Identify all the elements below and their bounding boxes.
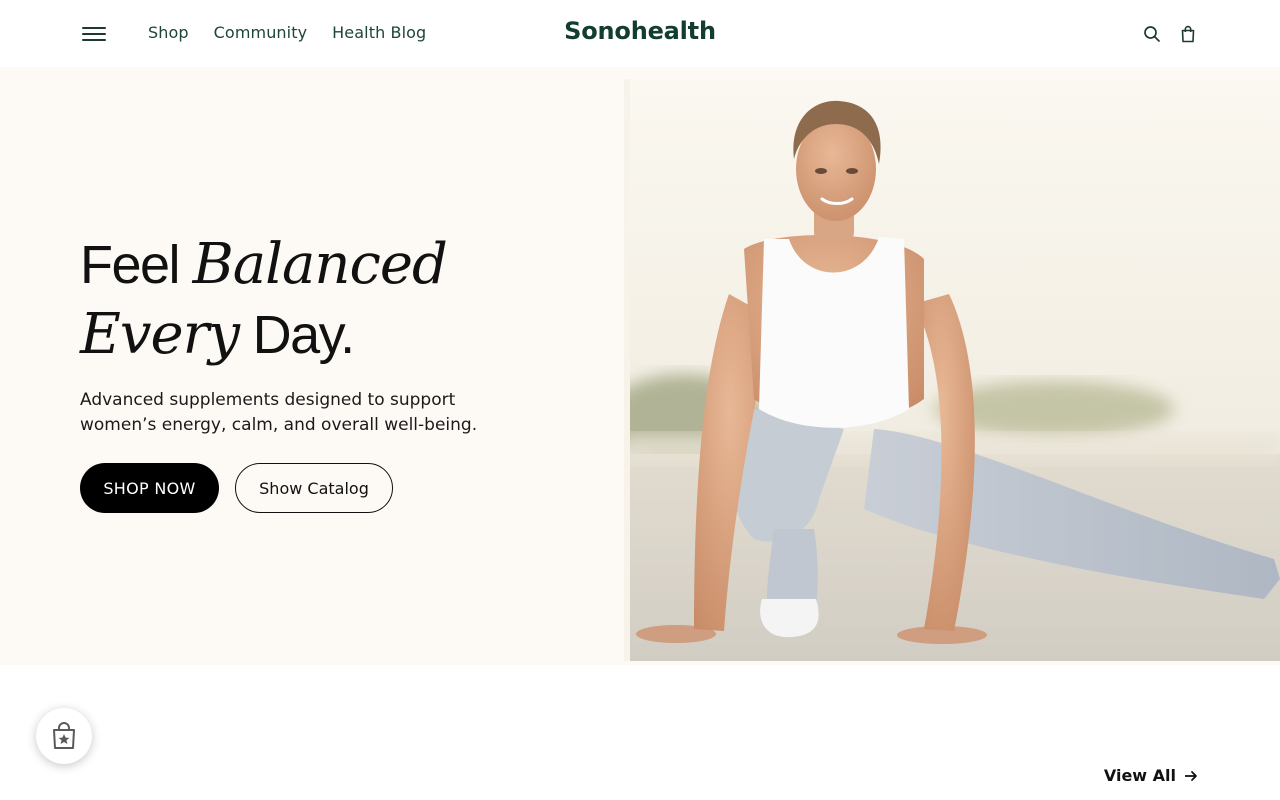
main-nav: Shop Community Health Blog bbox=[148, 23, 426, 42]
nav-link-shop[interactable]: Shop bbox=[148, 23, 189, 42]
hero-section: Feel Balanced Every Day. Advanced supple… bbox=[0, 67, 1280, 665]
search-icon[interactable] bbox=[1142, 24, 1162, 44]
nav-link-community[interactable]: Community bbox=[214, 23, 308, 42]
site-header: Shop Community Health Blog Sonohealth bbox=[0, 0, 1280, 67]
nav-link-health-blog[interactable]: Health Blog bbox=[332, 23, 426, 42]
hero-title-word: Feel bbox=[80, 235, 181, 295]
hero-subtitle: Advanced supplements designed to support… bbox=[80, 390, 478, 435]
shop-now-button[interactable]: SHOP NOW bbox=[80, 463, 219, 513]
header-actions bbox=[1142, 24, 1198, 44]
hamburger-menu-icon[interactable] bbox=[82, 26, 106, 42]
shopping-bag-icon[interactable] bbox=[1178, 24, 1198, 44]
hero-title-italic-word: Balanced bbox=[192, 232, 448, 297]
view-all-link[interactable]: View All bbox=[1104, 766, 1198, 785]
rewards-bag-star-icon[interactable] bbox=[36, 708, 92, 764]
hero-title-italic-word: Every bbox=[80, 302, 240, 367]
view-all-label: View All bbox=[1103, 766, 1176, 785]
hero-title: Feel Balanced Every Day. bbox=[80, 230, 448, 370]
hero-title-word: Day. bbox=[252, 305, 356, 365]
show-catalog-button[interactable]: Show Catalog bbox=[235, 463, 393, 513]
arrow-right-icon bbox=[1185, 770, 1197, 781]
woman-stretching-photo bbox=[624, 79, 1280, 661]
